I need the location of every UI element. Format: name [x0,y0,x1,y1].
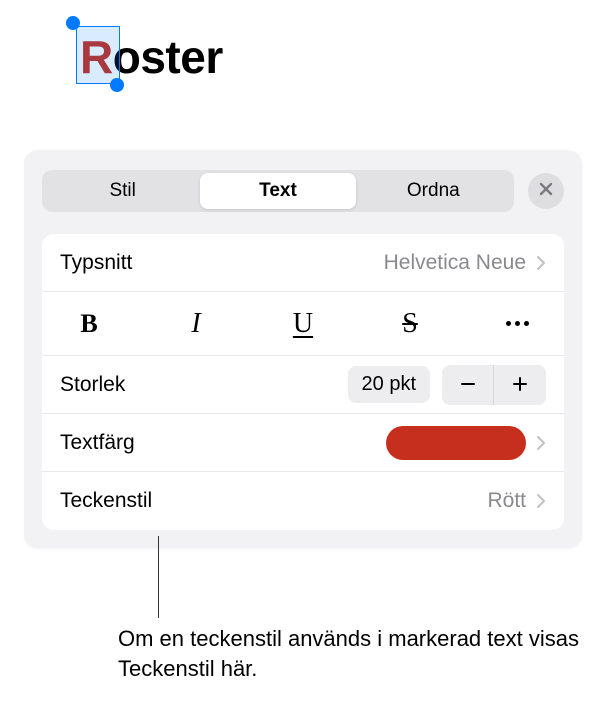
bold-button[interactable]: B [64,304,114,344]
text-format-card: Typsnitt Helvetica Neue B I U S Storlek … [42,234,564,530]
selection-handle-top-left[interactable] [66,16,80,30]
size-value[interactable]: 20 pkt [348,366,430,403]
text-style-row: B I U S [42,292,564,356]
size-decrease-button[interactable] [442,365,494,405]
character-style-label: Teckenstil [60,489,152,513]
text-color-swatch[interactable] [386,426,526,460]
chevron-right-icon [536,493,546,509]
callout-leader-line [158,536,159,618]
font-label: Typsnitt [60,251,132,275]
rest-letters: oster [113,31,223,83]
more-icon [504,312,531,335]
selected-text-box[interactable]: Roster [80,30,223,84]
strikethrough-button[interactable]: S [385,304,435,344]
tab-arrange[interactable]: Ordna [356,173,511,209]
selection-rectangle [76,26,120,84]
chevron-right-icon [536,435,546,451]
close-icon [538,181,554,202]
minus-icon [459,369,477,400]
selection-handle-bottom-right[interactable] [110,78,124,92]
size-stepper [442,365,546,405]
tab-text[interactable]: Text [200,173,355,209]
document-canvas[interactable]: Roster [0,0,606,150]
format-panel: Stil Text Ordna Typsnitt Helvetica Neue … [24,150,582,548]
text-color-row[interactable]: Textfärg [42,414,564,472]
more-styles-button[interactable] [492,304,542,344]
underline-button[interactable]: U [278,304,328,344]
chevron-right-icon [536,255,546,271]
size-row: Storlek 20 pkt [42,356,564,414]
panel-tab-segmented-control[interactable]: Stil Text Ordna [42,170,514,212]
tab-style[interactable]: Stil [45,173,200,209]
plus-icon [511,369,529,400]
font-row[interactable]: Typsnitt Helvetica Neue [42,234,564,292]
close-button[interactable] [528,173,564,209]
size-increase-button[interactable] [494,365,546,405]
font-value: Helvetica Neue [384,251,526,275]
character-style-value: Rött [487,489,526,513]
callout-text: Om en teckenstil används i markerad text… [118,624,588,683]
size-label: Storlek [60,373,125,397]
italic-button[interactable]: I [171,304,221,344]
character-style-row[interactable]: Teckenstil Rött [42,472,564,530]
text-color-label: Textfärg [60,431,135,455]
